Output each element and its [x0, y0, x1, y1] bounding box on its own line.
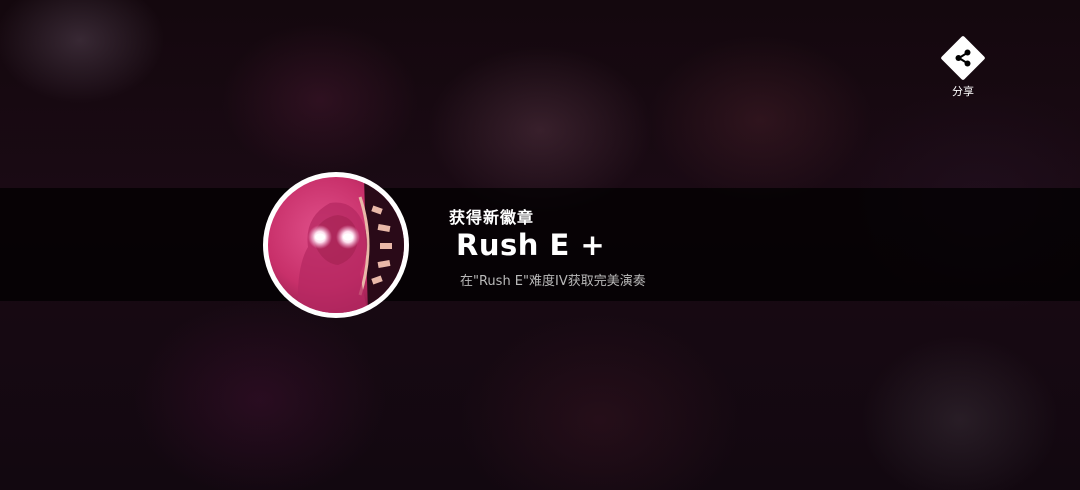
share-label: 分享 — [952, 85, 974, 98]
badge-title: Rush E + — [456, 228, 606, 262]
badge-icon — [263, 172, 409, 318]
badge-description: 在"Rush E"难度IV获取完美演奏 — [460, 274, 646, 289]
badge-artwork — [268, 177, 404, 313]
share-icon — [955, 49, 971, 67]
achievement-header: 获得新徽章 — [449, 208, 535, 227]
share-button[interactable]: 分享 — [938, 35, 988, 100]
